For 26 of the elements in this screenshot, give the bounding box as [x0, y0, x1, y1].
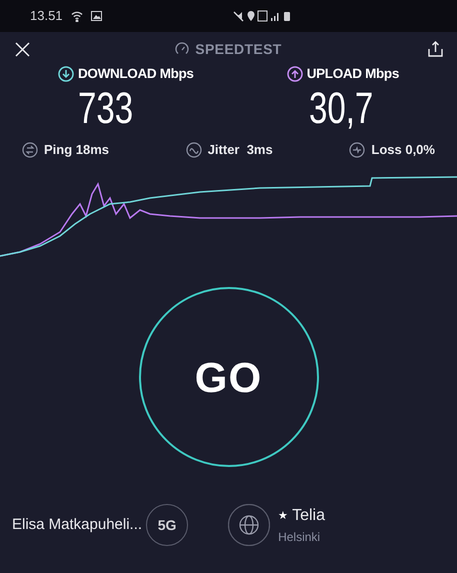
ping-icon: [22, 142, 38, 158]
loss-icon: [349, 142, 366, 158]
metric-label: Ping 18ms: [44, 141, 110, 160]
result-value: 733: [78, 84, 134, 134]
result-label: DOWNLOAD Mbps: [78, 65, 194, 83]
server-name: Telia: [292, 506, 325, 526]
result-label: UPLOAD Mbps: [306, 65, 399, 83]
wifi-icon: [70, 10, 83, 22]
arrow-down-icon: [58, 66, 74, 82]
share-icon[interactable]: [428, 41, 443, 57]
globe-icon[interactable]: [228, 504, 270, 546]
arrow-up-icon: [286, 66, 303, 82]
provider-name: Elisa Matkapuheli...: [12, 514, 142, 535]
jitter-icon: [186, 142, 202, 158]
server-location: Helsinki: [278, 529, 322, 546]
metric-label: Loss 0,0%: [371, 141, 435, 160]
clock: 13.51: [30, 7, 63, 26]
image-icon: [90, 11, 102, 21]
go-button[interactable]: GO: [138, 287, 318, 468]
result-value: 30,7: [308, 84, 373, 134]
gauge-icon: [175, 42, 190, 56]
metric-label: Jitter 3ms: [208, 141, 273, 160]
app-title: SPEEDTEST: [195, 40, 282, 58]
close-icon[interactable]: [15, 42, 30, 57]
network-type-badge: 5G: [146, 504, 188, 546]
favorite-label: ★: [278, 508, 288, 524]
